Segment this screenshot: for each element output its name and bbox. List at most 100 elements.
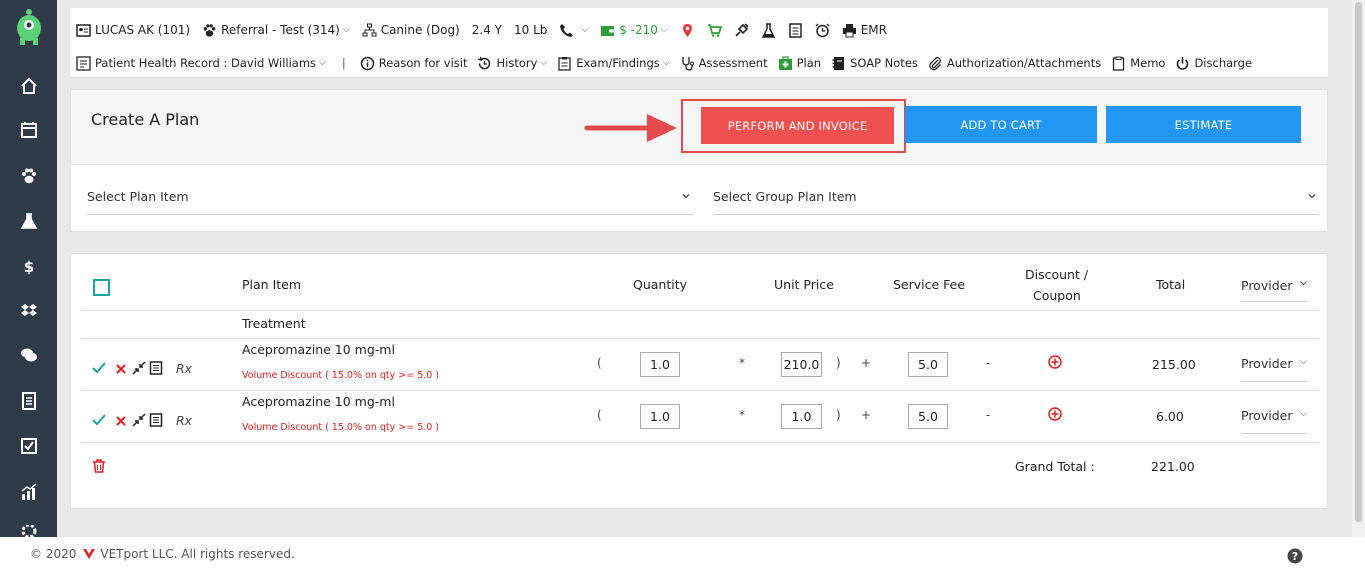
rx-label[interactable]: Rx: [176, 413, 192, 428]
nav-reason-for-visit[interactable]: Reason for visit: [360, 56, 467, 71]
page-footer: © 2020 VETport LLC. All rights reserved.…: [0, 537, 1365, 568]
balance-dropdown[interactable]: $ -210 ⌵: [600, 23, 668, 38]
paw-icon[interactable]: [18, 165, 40, 187]
nav-assessment[interactable]: Assessment: [680, 56, 768, 71]
chevron-down-icon: ⌵: [342, 25, 350, 35]
notes-icon[interactable]: [149, 413, 163, 427]
chevron-down-icon: [682, 194, 690, 199]
chevron-down-icon: ⌵: [540, 58, 548, 68]
checkbox-icon[interactable]: [18, 435, 40, 457]
chat-icon[interactable]: [18, 344, 40, 366]
select-all-checkbox[interactable]: [93, 279, 110, 296]
col-service-fee: Service Fee: [893, 277, 966, 292]
svg-text:?: ?: [1292, 550, 1298, 563]
app-logo-icon[interactable]: [14, 8, 44, 46]
settings-icon[interactable]: [18, 525, 40, 537]
species-info: Canine (Dog): [362, 23, 460, 38]
close-icon[interactable]: [114, 414, 128, 428]
calendar-icon[interactable]: [18, 119, 40, 141]
notes-icon[interactable]: [788, 22, 803, 38]
nav-exam-findings[interactable]: Exam/Findings ⌵: [557, 56, 670, 71]
flask-icon[interactable]: [18, 210, 40, 232]
add-to-cart-button[interactable]: ADD TO CART: [905, 106, 1097, 143]
group-plan-item-select[interactable]: Select Group Plan Item: [713, 179, 1319, 215]
col-quantity: Quantity: [633, 277, 688, 292]
section-treatment: Treatment: [242, 316, 306, 331]
scrollbar-thumb[interactable]: [1355, 2, 1362, 522]
unit-price-input[interactable]: [781, 404, 822, 429]
chevron-down-icon: ⌵: [1300, 278, 1307, 288]
create-plan-card: Create A Plan PERFORM AND INVOICE ADD TO…: [70, 89, 1328, 232]
provider-dropdown[interactable]: Provider ⌵: [1241, 404, 1307, 434]
compress-icon[interactable]: [132, 413, 146, 427]
paren-open: (: [597, 408, 602, 422]
location-pin-icon[interactable]: [680, 23, 695, 38]
check-icon[interactable]: [92, 413, 106, 427]
col-coupon: Coupon: [1033, 288, 1081, 303]
row-total: 6.00: [1156, 409, 1184, 424]
provider-value: Provider: [1241, 408, 1293, 423]
home-icon[interactable]: [18, 75, 40, 97]
client-card-icon: [76, 23, 91, 38]
compress-icon[interactable]: [132, 361, 146, 375]
emr-print-button[interactable]: EMR: [842, 23, 887, 38]
phone-dropdown[interactable]: ⌵: [559, 23, 588, 38]
nav-memo[interactable]: Memo: [1111, 56, 1165, 71]
provider-header-dropdown[interactable]: Provider ⌵: [1241, 272, 1307, 302]
quantity-input[interactable]: [640, 352, 680, 377]
client-info[interactable]: LUCAS AK (101): [76, 23, 190, 38]
chevron-down-icon: ⌵: [660, 25, 668, 35]
perform-and-invoice-button[interactable]: PERFORM AND INVOICE: [701, 107, 894, 144]
nav-history[interactable]: History ⌵: [477, 56, 547, 71]
chevron-down-icon: ⌵: [662, 58, 670, 68]
plan-item-select[interactable]: Select Plan Item: [87, 179, 693, 215]
volume-discount-note: Volume Discount ( 15.0% on qty >= 5.0 ): [242, 370, 440, 381]
vetport-logo-icon: [83, 549, 96, 559]
paren-close: ): [836, 356, 841, 370]
estimate-button[interactable]: ESTIMATE: [1106, 106, 1301, 143]
alarm-clock-icon[interactable]: [815, 23, 830, 38]
syringe-icon[interactable]: [734, 22, 749, 38]
section-divider: [81, 338, 1319, 339]
minus-sign: -: [986, 408, 991, 422]
multiply-sign: *: [739, 356, 745, 370]
close-icon[interactable]: [114, 362, 128, 376]
help-icon[interactable]: ?: [1287, 548, 1303, 564]
document-icon[interactable]: [18, 390, 40, 412]
referral-dropdown[interactable]: Referral - Test (314) ⌵: [202, 23, 350, 38]
quantity-input[interactable]: [640, 404, 680, 429]
nav-authorization[interactable]: Authorization/Attachments: [928, 56, 1101, 71]
service-fee-input[interactable]: [908, 404, 948, 429]
patient-info-row: LUCAS AK (101) Referral - Test (314) ⌵ C…: [76, 18, 899, 42]
row-divider: [81, 442, 1319, 443]
service-fee-input[interactable]: [908, 352, 948, 377]
nav-plan[interactable]: Plan: [778, 55, 821, 71]
svg-text:$: $: [24, 258, 34, 275]
nav-soap-notes[interactable]: SOAP Notes: [831, 56, 918, 71]
trash-icon[interactable]: [92, 459, 106, 473]
annotation-arrow-icon: [584, 114, 677, 142]
add-discount-icon[interactable]: [1048, 355, 1062, 369]
dollar-icon[interactable]: $: [18, 255, 40, 277]
flask-icon[interactable]: [761, 22, 776, 38]
weight-label: 10 Lb: [513, 23, 548, 37]
provider-dropdown[interactable]: Provider ⌵: [1241, 352, 1307, 382]
rx-label[interactable]: Rx: [176, 361, 192, 376]
group-item-placeholder: Select Group Plan Item: [713, 189, 857, 204]
header-divider: [81, 310, 1319, 311]
phone-icon: [559, 23, 574, 38]
notes-icon[interactable]: [149, 361, 163, 375]
chart-icon[interactable]: [18, 481, 40, 503]
add-discount-icon[interactable]: [1048, 407, 1062, 421]
nav-discharge[interactable]: Discharge: [1175, 56, 1252, 71]
col-total: Total: [1156, 277, 1186, 292]
unit-price-input[interactable]: [781, 352, 822, 377]
plan-items-table: Plan Item Quantity Unit Price Service Fe…: [70, 253, 1328, 509]
cart-icon[interactable]: [707, 23, 722, 38]
check-icon[interactable]: [92, 361, 106, 375]
patient-header: LUCAS AK (101) Referral - Test (314) ⌵ C…: [70, 8, 1328, 78]
dropbox-icon[interactable]: [18, 300, 40, 322]
age-label: 2.4 Y: [471, 23, 502, 37]
health-record-dropdown[interactable]: Patient Health Record : David Williams ⌵: [76, 55, 326, 71]
page-scrollbar[interactable]: [1352, 0, 1365, 537]
